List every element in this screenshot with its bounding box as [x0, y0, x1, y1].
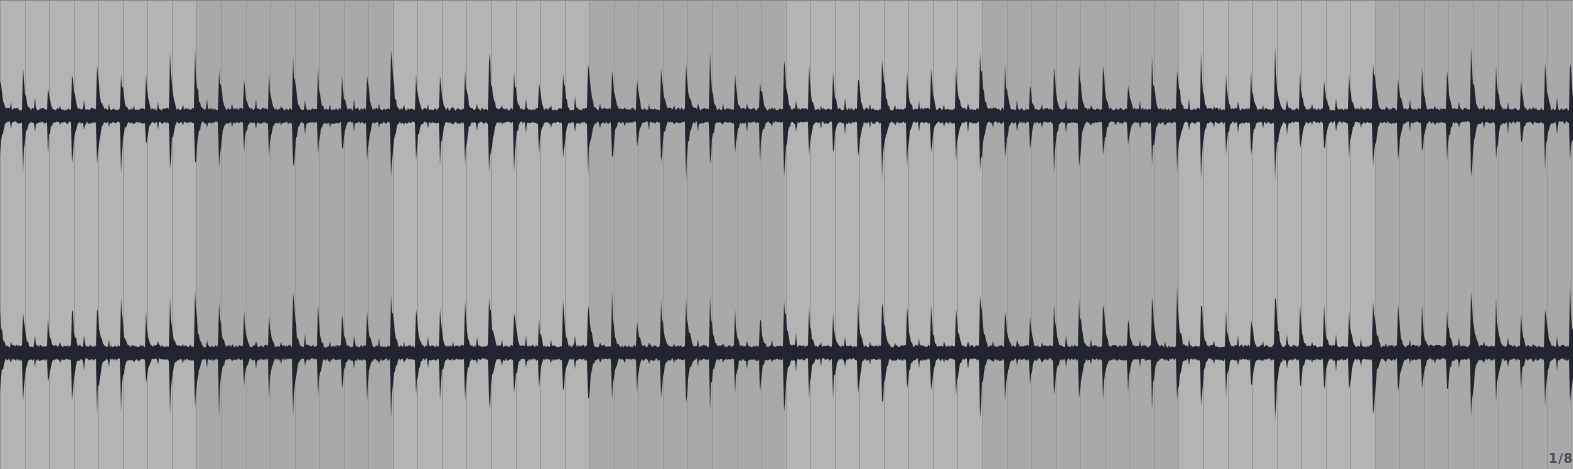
waveform-channel-right[interactable]	[0, 285, 1573, 420]
audio-waveform-editor[interactable]: 1/8	[0, 0, 1573, 469]
waveform-channel-left[interactable]	[0, 46, 1573, 180]
waveform-display[interactable]	[0, 0, 1573, 469]
grid-division-label[interactable]: 1/8	[1533, 452, 1573, 467]
editor-top-border	[0, 0, 1573, 1]
